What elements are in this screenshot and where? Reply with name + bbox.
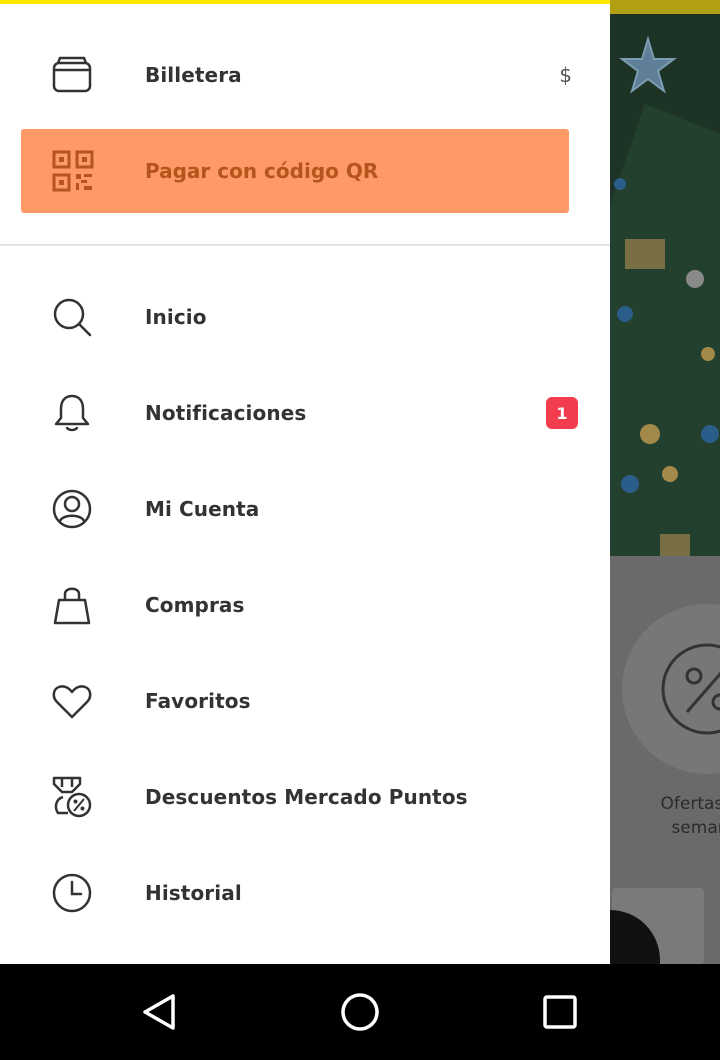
drawer-item-favoritos[interactable]: Favoritos	[0, 661, 610, 741]
drawer-item-billetera[interactable]: Billetera $	[0, 35, 610, 115]
christmas-banner-image	[600, 14, 720, 556]
bell-icon	[50, 391, 94, 435]
drawer-item-label: Inicio	[145, 305, 207, 329]
medal-discount-icon	[50, 775, 94, 819]
drawer-item-label: Compras	[145, 593, 245, 617]
heart-icon	[50, 679, 94, 723]
search-icon	[50, 295, 94, 339]
home-circle-icon	[341, 993, 379, 1031]
back-button[interactable]	[136, 988, 184, 1036]
user-circle-icon	[50, 487, 94, 531]
wallet-icon	[50, 53, 94, 97]
drawer-item-label: Descuentos Mercado Puntos	[145, 785, 468, 809]
drawer-item-historial[interactable]: Historial	[0, 853, 610, 933]
drawer-item-mi-cuenta[interactable]: Mi Cuenta	[0, 469, 610, 549]
offer-text-line-1: Ofertas d	[660, 794, 720, 814]
notification-count-badge: 1	[546, 397, 578, 429]
background-offer-text: Ofertas d seman	[640, 792, 720, 840]
currency-symbol: $	[559, 63, 572, 87]
percent-icon	[661, 643, 720, 735]
navigation-drawer: Billetera $ Pagar con código QR Inicio N…	[0, 0, 610, 964]
drawer-item-compras[interactable]: Compras	[0, 565, 610, 645]
christmas-tree-image	[600, 14, 720, 556]
shopping-bag-icon	[50, 583, 94, 627]
system-navigation-bar	[0, 964, 720, 1060]
offer-text-line-2: seman	[671, 818, 720, 838]
pay-with-qr-label: Pagar con código QR	[145, 159, 379, 183]
background-offers-circle	[622, 604, 720, 774]
clock-icon	[50, 871, 94, 915]
drawer-divider	[0, 244, 610, 246]
drawer-item-inicio[interactable]: Inicio	[0, 277, 610, 357]
pay-with-qr-button[interactable]: Pagar con código QR	[21, 129, 569, 213]
recents-square-icon	[543, 995, 577, 1029]
qr-code-icon	[51, 149, 95, 193]
drawer-item-label: Mi Cuenta	[145, 497, 260, 521]
home-button[interactable]	[336, 988, 384, 1036]
drawer-item-notificaciones[interactable]: Notificaciones 1	[0, 373, 610, 453]
drawer-item-descuentos-mercado-puntos[interactable]: Descuentos Mercado Puntos	[0, 757, 610, 837]
drawer-item-label: Notificaciones	[145, 401, 307, 425]
drawer-item-label: Historial	[145, 881, 242, 905]
recents-button[interactable]	[536, 988, 584, 1036]
drawer-item-label: Favoritos	[145, 689, 251, 713]
back-triangle-icon	[143, 994, 175, 1030]
drawer-accent-line	[0, 0, 610, 4]
drawer-item-label: Billetera	[145, 63, 242, 87]
